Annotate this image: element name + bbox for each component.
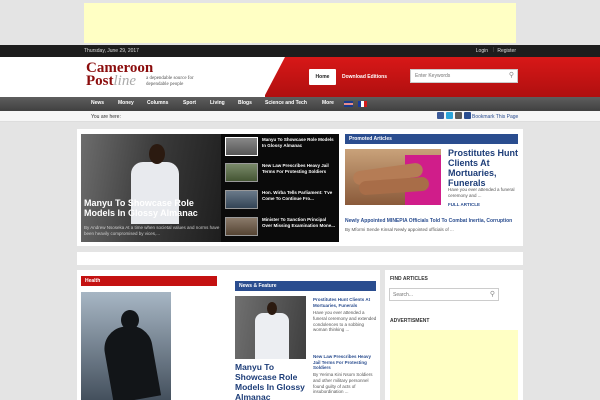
site-logo-line2[interactable]: Postline xyxy=(86,73,137,89)
uk-flag-icon[interactable] xyxy=(344,101,353,107)
advertisement-header: ADVERTISMENT xyxy=(390,318,430,324)
slider-thumb-title: New Law Prescribes Heavy Jail Terms For … xyxy=(262,163,329,174)
promoted-articles-header: Promoted Articles xyxy=(345,134,518,144)
site-tagline: a dependable source for dependable peopl… xyxy=(146,76,194,87)
logo-line: line xyxy=(113,73,137,89)
menu-item-news[interactable]: News xyxy=(91,100,104,106)
login-link[interactable]: Login xyxy=(476,48,488,54)
menu-item-columns[interactable]: Columns xyxy=(147,100,168,106)
header-search-box: ⚲ xyxy=(410,69,518,83)
news-item-title[interactable]: Prostitutes Hunt Clients At Mortuaries, … xyxy=(313,297,379,308)
news-feature-header[interactable]: News & Feature xyxy=(235,281,376,291)
find-articles-header: FIND ARTICLES xyxy=(390,276,428,282)
menu-item-science-tech[interactable]: Science and Tech xyxy=(265,100,307,106)
current-date: Thursday, June 29, 2017 xyxy=(84,48,139,54)
full-article-link[interactable]: FULL ARTICLE xyxy=(448,202,480,207)
health-header[interactable]: Health xyxy=(81,276,217,286)
menu-item-more[interactable]: More xyxy=(322,100,334,106)
download-editions-link[interactable]: Download Editions xyxy=(342,69,387,85)
slider-thumb-3[interactable]: Hon. Wirba Tells Parliament: 'I've Come … xyxy=(223,188,339,212)
keyword-search-input[interactable] xyxy=(411,70,503,82)
news-feature-image[interactable] xyxy=(235,296,306,359)
slider-thumb-image xyxy=(225,190,258,209)
email-icon[interactable] xyxy=(455,112,462,119)
promoted-link-title[interactable]: Newly Appointed MINEPIA Officials Told T… xyxy=(345,218,523,224)
find-articles-box: ⚲ xyxy=(389,288,499,301)
slider-thumb-4[interactable]: Minister To Sanction Principal Over Miss… xyxy=(223,215,339,239)
health-article-image[interactable] xyxy=(81,292,171,400)
slider-thumb-image xyxy=(225,217,258,236)
slider-thumb-title: Hon. Wirba Tells Parliament: 'I've Come … xyxy=(262,190,333,201)
promoted-article-image[interactable] xyxy=(345,149,441,205)
facebook-icon[interactable] xyxy=(437,112,444,119)
logo-post: Post xyxy=(86,73,114,89)
france-flag-icon[interactable] xyxy=(358,101,367,107)
home-button[interactable]: Home xyxy=(309,69,336,85)
news-item-description: By Yerima Kini Nsom Soldiers and other m… xyxy=(313,372,373,395)
promoted-article-title[interactable]: Prostitutes Hunt Clients At Mortuaries, … xyxy=(448,148,522,188)
top-bar: Thursday, June 29, 2017 Login | Register xyxy=(0,45,600,57)
menu-item-living[interactable]: Living xyxy=(210,100,225,106)
slider-thumb-1[interactable]: Manyu To Showcase Role Models In Glossy … xyxy=(223,135,339,159)
bookmark-icon[interactable] xyxy=(464,112,471,119)
twitter-icon[interactable] xyxy=(446,112,453,119)
find-articles-input[interactable] xyxy=(390,289,484,300)
news-item-title[interactable]: New Law Prescribes Heavy Jail Terms For … xyxy=(313,354,379,371)
register-link[interactable]: Register xyxy=(497,48,516,54)
menu-item-blogs[interactable]: Blogs xyxy=(238,100,252,106)
slider-title[interactable]: Manyu To Showcase Role Models In Glossy … xyxy=(84,198,220,218)
news-item-description: Have you ever attended a funeral ceremon… xyxy=(313,310,377,333)
topbar-separator: | xyxy=(492,47,494,53)
slider-thumb-title: Minister To Sanction Principal Over Miss… xyxy=(262,217,336,228)
sidebar-advertisement[interactable] xyxy=(390,330,518,400)
menu-item-money[interactable]: Money xyxy=(118,100,134,106)
bookmark-link[interactable]: Bookmark This Page xyxy=(472,114,518,120)
separator-strip xyxy=(77,252,523,265)
slider-thumb-2[interactable]: New Law Prescribes Heavy Jail Terms For … xyxy=(223,161,339,185)
breadcrumb: You are here: xyxy=(91,114,121,120)
search-icon[interactable]: ⚲ xyxy=(509,71,514,79)
slider-description: By Andrew Nsoseka At a time when societa… xyxy=(84,225,220,236)
search-icon[interactable]: ⚲ xyxy=(490,290,495,298)
promoted-article-description: Have you ever attended a funeral ceremon… xyxy=(448,187,515,198)
slider-thumb-title: Manyu To Showcase Role Models In Glossy … xyxy=(262,137,334,148)
news-feature-title[interactable]: Manyu To Showcase Role Models In Glossy … xyxy=(235,362,307,400)
menu-item-sport[interactable]: Sport xyxy=(183,100,196,106)
slider-thumb-image xyxy=(225,163,258,182)
slider-thumb-image xyxy=(225,137,258,156)
promoted-link-description: By Mformi Sende Kinsal Newly appointed o… xyxy=(345,227,454,232)
top-advertisement-banner[interactable] xyxy=(84,3,516,43)
